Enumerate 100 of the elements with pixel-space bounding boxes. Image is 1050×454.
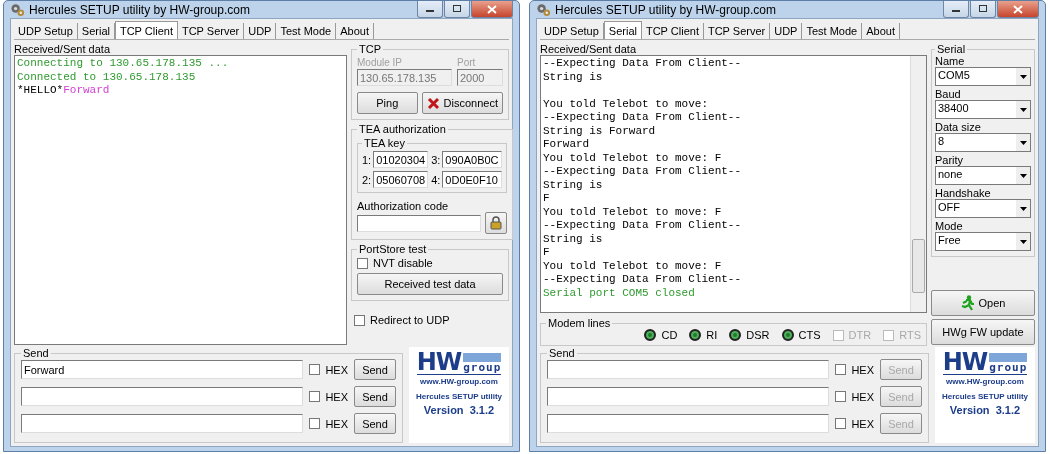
checkbox[interactable] <box>309 391 321 402</box>
gear-icon <box>10 2 25 17</box>
maximize-button[interactable] <box>970 1 996 18</box>
checkbox-label: HEX <box>851 417 874 430</box>
dropdown[interactable]: none <box>935 166 1031 185</box>
log-line: F <box>543 246 550 258</box>
dropdown-arrow-icon <box>1019 173 1027 178</box>
logo-bar <box>989 353 1028 362</box>
dropdown[interactable]: OFF <box>935 199 1031 218</box>
website-link[interactable]: www.HW-group.com <box>946 377 1024 386</box>
group-title: Serial <box>936 43 967 55</box>
logo-text: HW <box>416 351 462 373</box>
close-icon <box>1013 4 1023 14</box>
checkbox[interactable] <box>354 314 365 326</box>
close-button[interactable] <box>471 1 513 18</box>
open-button[interactable]: Open <box>931 290 1035 316</box>
close-button[interactable] <box>997 1 1039 18</box>
scrollbar[interactable] <box>910 56 926 312</box>
group-title: TEA key <box>363 137 406 149</box>
received-test-data-button[interactable]: Received test data <box>357 273 503 295</box>
send-button[interactable]: Send <box>354 413 396 434</box>
padlock-icon <box>489 216 502 230</box>
dropdown[interactable]: 8 <box>935 133 1031 152</box>
checkbox-label: DTR <box>848 329 872 341</box>
close-icon <box>487 4 497 14</box>
fw-update-button[interactable]: HWg FW update <box>931 319 1035 345</box>
send-field[interactable] <box>547 360 830 379</box>
dropdown[interactable]: 38400 <box>935 100 1031 119</box>
led-label: RI <box>706 329 718 341</box>
send-button[interactable]: Send <box>354 386 396 407</box>
field-label: Authorization code <box>357 200 450 212</box>
log-line: Forward <box>543 138 590 150</box>
field-label: Handshake <box>935 187 992 199</box>
group-title: TCP <box>358 43 382 55</box>
checkbox-label: Redirect to UDP <box>370 314 450 326</box>
key-label: 4: <box>431 173 441 186</box>
group-title: Send <box>22 347 50 359</box>
logo-text: group <box>463 362 502 373</box>
dropdown[interactable]: Free <box>935 232 1031 251</box>
field-label: Name <box>935 55 966 67</box>
window-title: Hercules SETUP utility by HW-group.com <box>29 2 251 17</box>
field-label: Parity <box>935 154 965 166</box>
log-line: --Expecting Data From Client-- <box>543 219 742 231</box>
dropdown-arrow-icon <box>1019 74 1027 79</box>
log-line: String is <box>543 178 603 191</box>
send-field[interactable] <box>21 387 304 406</box>
key-label: 2: <box>362 173 372 186</box>
version-text: Version 3.1.2 <box>423 404 495 416</box>
group-title: TEA authorization <box>358 123 447 135</box>
log-label: Received/Sent data <box>14 43 111 55</box>
checkbox[interactable] <box>309 418 321 429</box>
checkbox-label: HEX <box>851 390 874 403</box>
website-link[interactable]: www.HW-group.com <box>420 377 498 386</box>
log-label: Received/Sent data <box>540 43 637 55</box>
key-field[interactable]: 01020304 <box>373 151 429 168</box>
log-line: Connecting to 130.65.178.135 ... <box>17 57 229 69</box>
product-name: Hercules SETUP utility <box>941 392 1029 401</box>
log-line: You told Telebot to move: F <box>543 151 722 164</box>
key-field[interactable]: 0D0E0F10 <box>442 171 502 188</box>
send-field[interactable] <box>547 414 830 433</box>
minimize-button[interactable] <box>943 1 969 18</box>
maximize-button[interactable] <box>444 1 470 18</box>
log-line: You told Telebot to move: F <box>543 259 722 272</box>
send-field[interactable] <box>547 387 830 406</box>
checkbox-label: NVT disable <box>373 257 433 269</box>
dropdown-arrow-icon <box>1019 239 1027 244</box>
lock-button[interactable] <box>484 212 507 234</box>
field-label: Module IP <box>357 57 404 69</box>
running-figure-icon <box>960 295 975 311</box>
checkbox-label: HEX <box>325 417 348 430</box>
led-label: CD <box>661 329 678 341</box>
led-label: CTS <box>798 329 821 341</box>
key-field[interactable]: 090A0B0C <box>442 151 502 168</box>
log-line: Serial port COM5 closed <box>543 286 695 299</box>
log-line: You told Telebot to move: <box>543 97 709 110</box>
field-label: Mode <box>935 220 964 232</box>
send-field[interactable] <box>21 414 304 433</box>
tab[interactable]: Serial <box>603 21 642 39</box>
checkbox[interactable] <box>357 257 368 269</box>
log-line: *HELLO*Forward <box>17 84 110 96</box>
send-button[interactable]: Send <box>354 359 396 380</box>
dropdown[interactable]: COM5 <box>935 67 1031 86</box>
minimize-button[interactable] <box>417 1 443 18</box>
key-field[interactable]: 05060708 <box>373 171 429 188</box>
field-label: Data size <box>935 121 982 133</box>
logo-text: group <box>989 362 1028 373</box>
tab[interactable]: TCP Client <box>114 21 178 39</box>
version-text: Version 3.1.2 <box>949 404 1021 416</box>
logo-text: HW <box>942 351 988 373</box>
checkbox-label: HEX <box>325 363 348 376</box>
send-field[interactable]: Forward <box>21 360 304 379</box>
group-title: Modem lines <box>547 317 612 329</box>
key-label: 1: <box>362 153 372 166</box>
group-title: Send <box>548 347 576 359</box>
led-label: DSR <box>746 329 770 341</box>
authorization-code-field[interactable] <box>357 214 481 232</box>
checkbox-label: HEX <box>851 363 874 376</box>
checkbox[interactable] <box>309 364 321 375</box>
gear-icon <box>536 2 551 17</box>
product-name: Hercules SETUP utility <box>415 392 503 401</box>
